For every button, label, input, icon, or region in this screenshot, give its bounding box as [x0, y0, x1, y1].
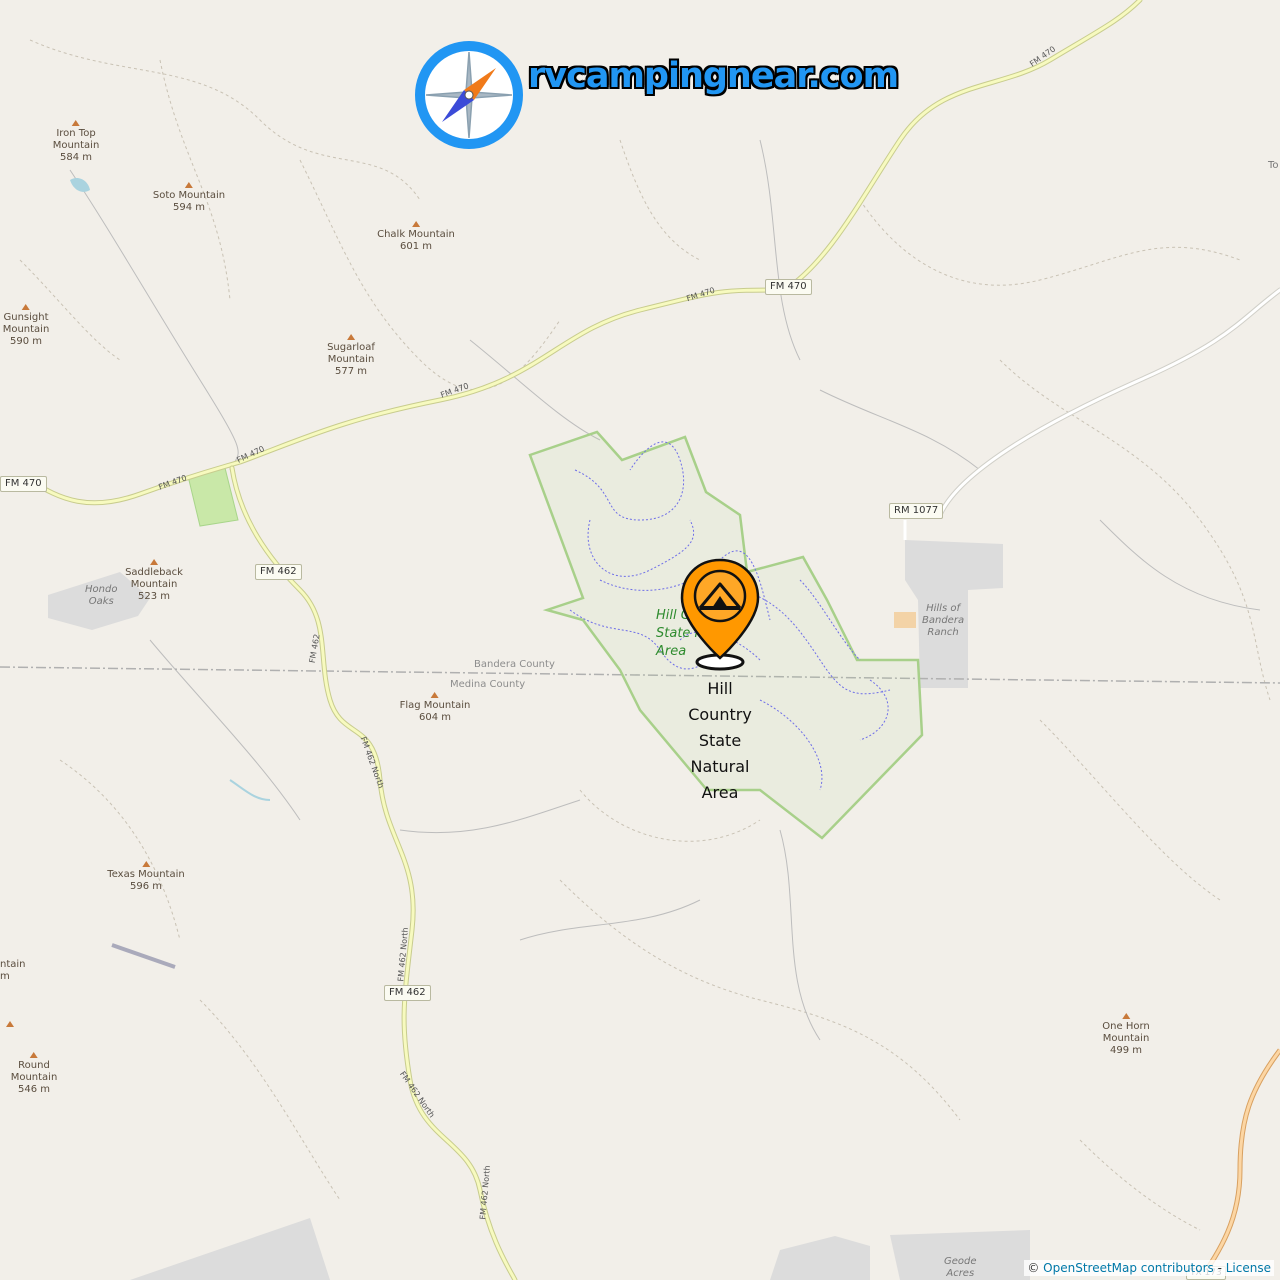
peak-iron-top: Iron Top Mountain 584 m: [53, 120, 99, 164]
road-shield-fm-470-east: FM 470: [765, 279, 812, 295]
road-shield-fm-470-west: FM 470: [0, 476, 47, 492]
farm-area: [894, 612, 916, 628]
copyright-symbol: ©: [1027, 1261, 1040, 1275]
peak-texas: Texas Mountain 596 m: [107, 861, 185, 893]
pond: [70, 178, 90, 192]
peak-round: Round Mountain 546 m: [11, 1052, 57, 1096]
map-attribution: © OpenStreetMap contributors - License: [1024, 1260, 1274, 1276]
rv-campground-pin-icon[interactable]: [676, 558, 764, 674]
creek: [229, 779, 271, 801]
peak-marker-west: [6, 1021, 14, 1027]
map-canvas[interactable]: Iron Top Mountain 584 m Soto Mountain 594 …: [0, 0, 1280, 1280]
peak-saddleback: Saddleback Mountain 523 m: [125, 559, 183, 603]
road-shield-fm-462-south: FM 462: [384, 985, 431, 1001]
south-gray-area-1: [130, 1218, 330, 1280]
license-link[interactable]: License: [1226, 1261, 1271, 1275]
attribution-separator: -: [1213, 1261, 1226, 1275]
road-shield-rm-1077: RM 1077: [889, 503, 944, 519]
south-gray-area-2: [770, 1236, 870, 1280]
place-hondo-oaks: Hondo Oaks: [85, 584, 118, 607]
place-partial-east: To: [1268, 160, 1279, 171]
road-shield-fm-462-north: FM 462: [255, 564, 302, 580]
compass-icon: [415, 41, 523, 149]
peak-partial-west: ntain m: [0, 959, 26, 982]
county-label-bandera: Bandera County: [474, 659, 555, 670]
peak-sugarloaf: Sugarloaf Mountain 577 m: [327, 334, 375, 378]
brand-logo-text: rvcampingnear.com: [528, 56, 899, 96]
poi-label: Hill Country State Natural Area: [688, 679, 752, 802]
peak-flag: Flag Mountain 604 m: [400, 692, 470, 724]
county-label-medina: Medina County: [450, 679, 526, 690]
peak-one-horn: One Horn Mountain 499 m: [1102, 1013, 1150, 1057]
place-geode-acres: Geode Acres: [944, 1256, 977, 1279]
peak-gunsight: Gunsight Mountain 590 m: [3, 304, 49, 348]
rm-1077-road: [938, 288, 1280, 517]
peak-soto: Soto Mountain 594 m: [153, 182, 225, 214]
tx-173-road: [1198, 1049, 1280, 1280]
peak-chalk: Chalk Mountain 601 m: [377, 221, 455, 253]
osm-contributors-link[interactable]: OpenStreetMap contributors: [1043, 1261, 1214, 1275]
airstrip: [111, 943, 176, 969]
place-hills-of-bandera-ranch: Hills of Bandera Ranch: [922, 603, 965, 638]
fm-462-road: [230, 466, 517, 1280]
